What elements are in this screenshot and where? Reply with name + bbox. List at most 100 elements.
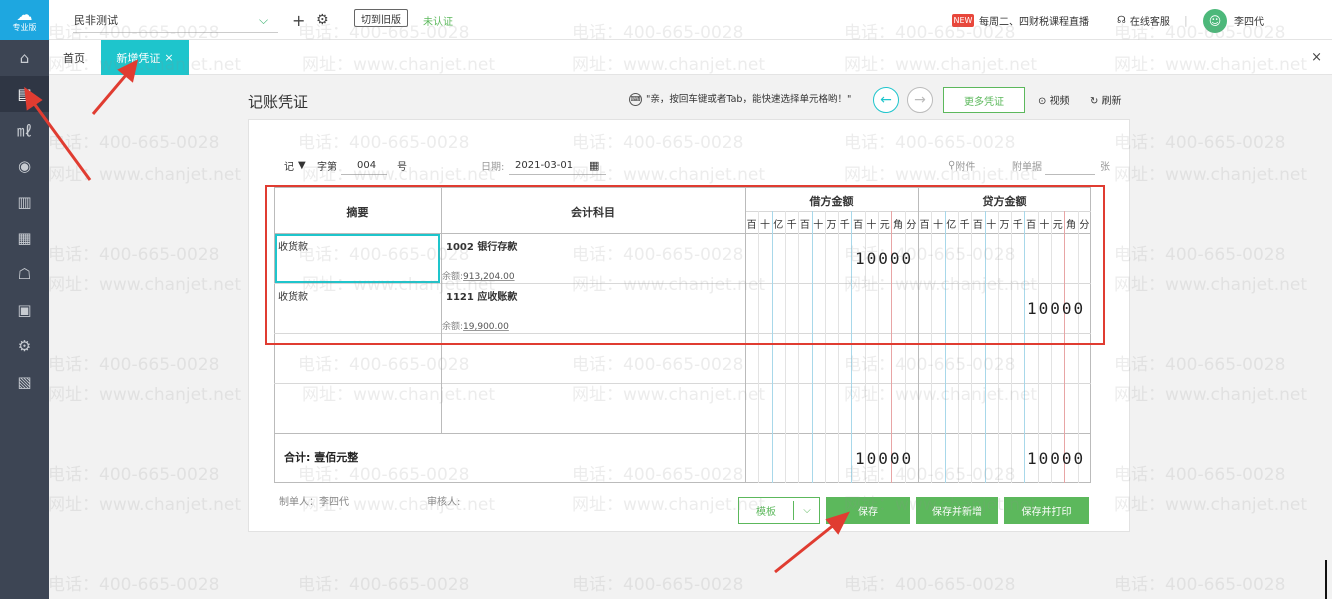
company-name[interactable]: 民非测试: [74, 0, 118, 40]
watermark: 电话：400-665-0028: [572, 575, 744, 595]
refresh-link[interactable]: ↻ 刷新: [1090, 92, 1122, 107]
tab-new-voucher[interactable]: 新增凭证 ×: [101, 40, 189, 75]
tab-close-icon[interactable]: ×: [164, 51, 173, 64]
template-button[interactable]: 模板 ⌵: [738, 497, 820, 524]
sidebar-item-calculator[interactable]: ▦: [0, 220, 49, 256]
header-separator: |: [1184, 13, 1188, 27]
attachment-link[interactable]: ⚲ 附件: [948, 155, 975, 175]
total-debit-amount: 10000: [855, 449, 914, 468]
tax-icon: ☖: [17, 265, 32, 283]
caret-down-icon: ▼: [298, 159, 306, 171]
chevron-down-icon[interactable]: ⌵: [259, 0, 268, 40]
refresh-link-text: 刷新: [1101, 96, 1122, 107]
tab-home[interactable]: 首页: [63, 40, 85, 75]
avatar[interactable]: ☺: [1203, 9, 1227, 33]
watermark: 电话：400-665-0028: [48, 355, 220, 375]
voucher-number-input[interactable]: 004: [357, 155, 376, 175]
voucher-hao-label: 号: [397, 161, 407, 173]
live-course-text: 每周二、四财税课程直播: [979, 16, 1089, 28]
gear-icon[interactable]: ⚙: [316, 0, 329, 40]
date-input[interactable]: 2021-03-01: [515, 155, 573, 175]
watermark: 网址：www.chanjet.net: [1114, 495, 1308, 515]
row4-summary[interactable]: [274, 383, 441, 433]
invoice-icon: ▣: [17, 301, 32, 319]
chevron-down-icon[interactable]: ⌵: [794, 505, 820, 516]
watermark: 电话：400-665-0028: [1114, 355, 1286, 375]
total-credit-amount: 10000: [1027, 449, 1086, 468]
more-vouchers-button[interactable]: 更多凭证: [943, 87, 1025, 113]
cloud-logo-icon: ☁: [16, 5, 33, 24]
tab-new-voucher-label: 新增凭证: [116, 51, 161, 65]
doc-count-label: 附单据: [1012, 161, 1042, 173]
annotation-highlight-box: [265, 185, 1105, 345]
add-icon[interactable]: +: [292, 0, 305, 40]
watermark: 电话：400-665-0028: [1114, 133, 1286, 153]
watermark: 电话：400-665-0028: [48, 133, 220, 153]
maker-label: 制单人：李四代: [279, 497, 349, 508]
doc-count-input[interactable]: [1045, 174, 1095, 175]
home-icon: ⌂: [19, 49, 30, 67]
video-link-text: 视频: [1049, 96, 1070, 107]
calculator-icon: ▦: [17, 229, 32, 247]
unauthenticated-status[interactable]: 未认证: [423, 0, 453, 40]
number-underline: [341, 174, 387, 175]
page-title: 记账凭证: [248, 93, 309, 111]
calendar-icon: ▧: [17, 373, 32, 391]
sidebar-item-voucher[interactable]: ▤: [0, 76, 49, 112]
keyboard-hint: ⌨ "亲，按回车键或者Tab，能快速选择单元格哟！": [629, 91, 851, 106]
voucher-word-select[interactable]: 记 ▼: [284, 155, 306, 175]
voucher-zidi-label: 字第: [317, 161, 337, 173]
sidebar-item-calendar[interactable]: ▧: [0, 364, 49, 400]
save-and-new-button[interactable]: 保存并新增: [916, 497, 998, 524]
sidebar-item-ledger[interactable]: ▥: [0, 184, 49, 220]
top-header: 民非测试 ⌵ + ⚙ 切到旧版 未认证 NEW 每周二、四财税课程直播 ☊ 在线…: [49, 0, 1332, 40]
grid-border: [274, 482, 1091, 483]
total-label: 合计: 壹佰元整: [284, 449, 358, 465]
calendar-picker-icon[interactable]: ▦: [589, 155, 599, 175]
online-service-text: 在线客服: [1129, 16, 1170, 28]
watermark: 网址：www.chanjet.net: [48, 385, 242, 405]
logo-text: 专业版: [12, 23, 37, 32]
video-link[interactable]: ⊙ 视频: [1038, 92, 1070, 107]
total-prefix: 合计:: [284, 451, 311, 464]
watermark: 网址：www.chanjet.net: [1114, 165, 1308, 185]
company-underline: [73, 32, 278, 33]
close-all-icon[interactable]: ×: [1311, 40, 1322, 75]
watermark: 网址：www.chanjet.net: [48, 165, 242, 185]
sidebar-item-cash[interactable]: ◉: [0, 148, 49, 184]
watermark: 电话：400-665-0028: [48, 245, 220, 265]
online-service-link[interactable]: ☊ 在线客服: [1117, 0, 1170, 40]
watermark: 电话：400-665-0028: [844, 575, 1016, 595]
sidebar-item-settings[interactable]: ⚙: [0, 328, 49, 364]
user-name[interactable]: 李四代: [1234, 0, 1264, 40]
save-and-print-button[interactable]: 保存并打印: [1004, 497, 1089, 524]
play-icon: ⊙: [1038, 96, 1050, 107]
report-chart-icon: ㎖: [16, 121, 32, 140]
voucher-word: 记: [284, 161, 294, 173]
watermark: 网址：www.chanjet.net: [1114, 385, 1308, 405]
watermark: 网址：www.chanjet.net: [48, 275, 242, 295]
sidebar-item-invoice[interactable]: ▣: [0, 292, 49, 328]
sidebar-item-reports[interactable]: ㎖: [0, 112, 49, 148]
sidebar-item-home[interactable]: ⌂: [0, 40, 49, 76]
left-sidebar: ☁ 专业版 ⌂ ▤ ㎖ ◉ ▥ ▦ ☖ ▣ ⚙ ▧: [0, 0, 49, 599]
paperclip-icon: ⚲: [948, 159, 956, 171]
zhang-label: 张: [1100, 161, 1110, 173]
total-words: 壹佰元整: [314, 451, 359, 464]
keyboard-icon: ⌨: [629, 93, 642, 106]
sidebar-item-tax[interactable]: ☖: [0, 256, 49, 292]
next-voucher-button[interactable]: →: [907, 87, 933, 113]
text-cursor: [1325, 560, 1327, 599]
prev-voucher-button[interactable]: ←: [873, 87, 899, 113]
tv-new-icon: NEW: [952, 13, 974, 27]
app-logo[interactable]: ☁ 专业版: [0, 0, 49, 40]
reviewer-label: 审核人:: [427, 497, 461, 508]
arrow-left-icon: ←: [880, 92, 892, 108]
refresh-icon: ↻: [1090, 96, 1102, 107]
attachment-text: 附件: [955, 161, 976, 173]
grid-line: [274, 433, 1091, 434]
settings-icon: ⚙: [17, 337, 32, 355]
save-button[interactable]: 保存: [826, 497, 910, 524]
live-course-link[interactable]: NEW 每周二、四财税课程直播: [952, 0, 1089, 40]
switch-old-version-button[interactable]: 切到旧版: [354, 9, 408, 27]
